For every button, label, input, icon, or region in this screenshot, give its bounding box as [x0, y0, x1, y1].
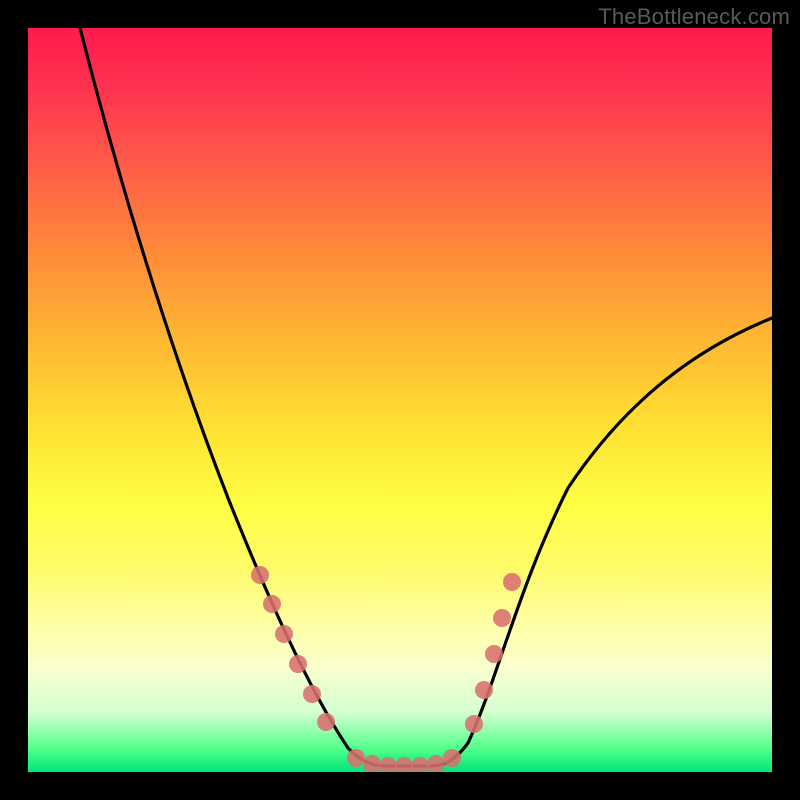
watermark-text: TheBottleneck.com: [598, 4, 790, 30]
chart-frame: [28, 28, 772, 772]
curve-path: [80, 28, 772, 766]
curve-markers: [251, 566, 521, 772]
bottleneck-curve: [28, 28, 772, 772]
